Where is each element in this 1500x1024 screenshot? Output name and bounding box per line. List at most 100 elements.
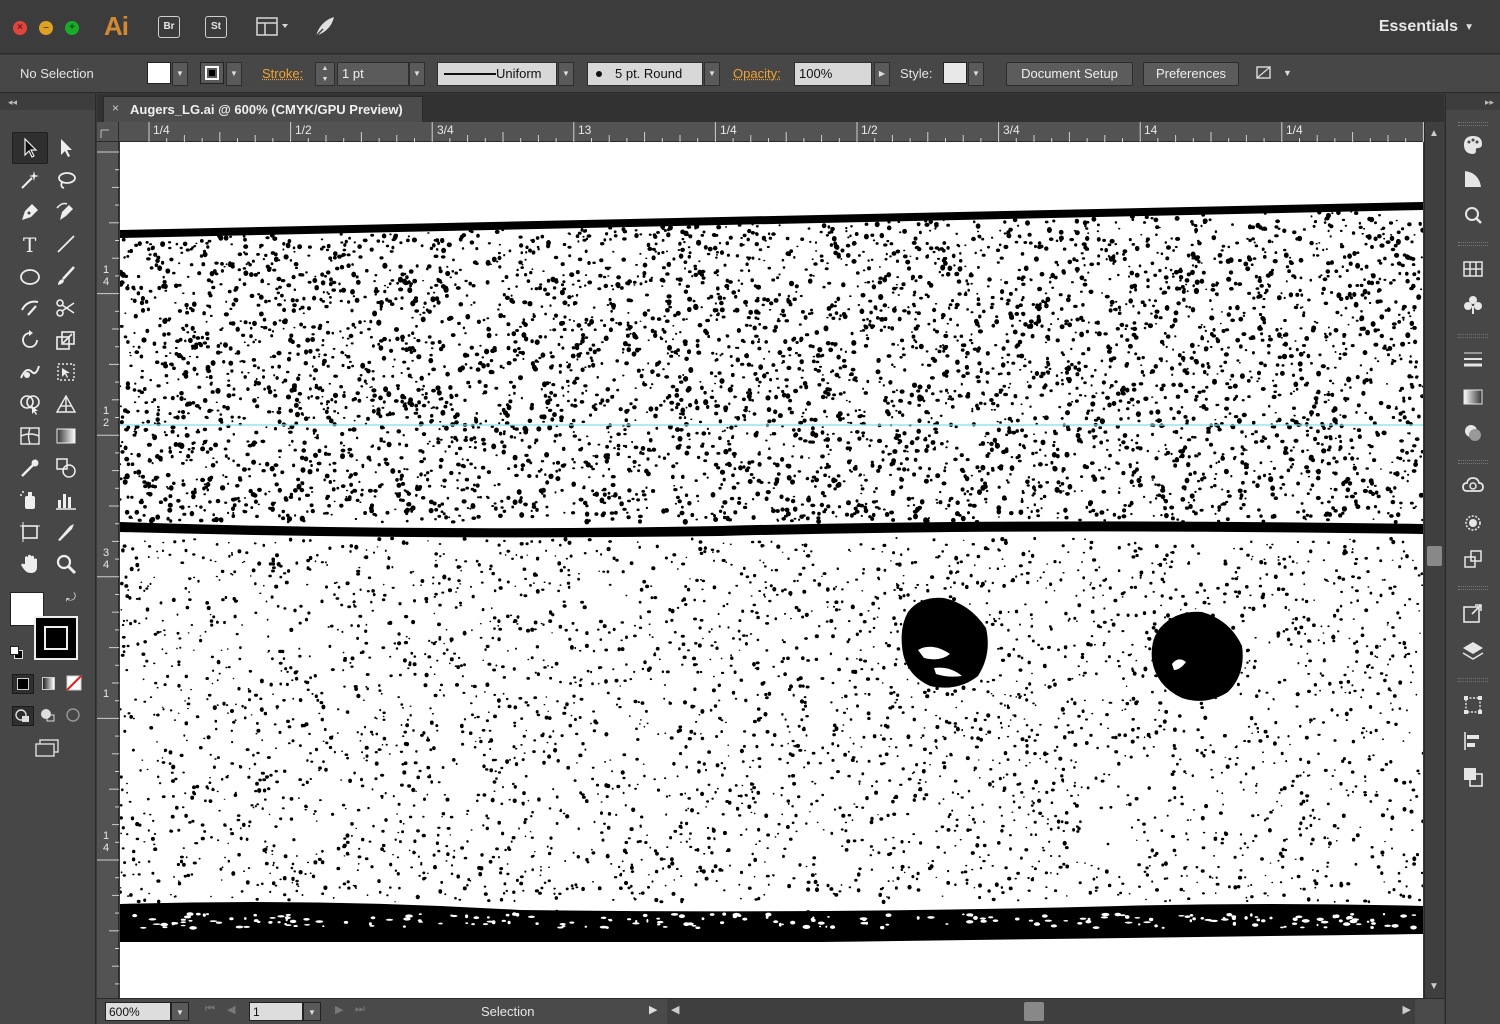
artboard-number-field[interactable]: 1	[249, 1002, 303, 1021]
vertical-ruler[interactable]: 1 4 1 2 3 4 1 1 4	[97, 142, 119, 1003]
minimize-window-button[interactable]: –	[39, 21, 53, 35]
artboard-dropdown[interactable]: ▼	[303, 1002, 321, 1021]
status-menu-icon[interactable]: ▶	[649, 1003, 657, 1016]
brush-dropdown[interactable]: ▼	[704, 62, 720, 86]
panel-group-grip[interactable]	[1458, 678, 1488, 682]
pen-tool[interactable]	[12, 196, 48, 228]
variable-width-profile[interactable]: Uniform	[437, 62, 557, 86]
stroke-weight-stepper[interactable]: ▲ ▼	[315, 62, 335, 86]
paintbrush-tool[interactable]	[48, 260, 84, 292]
perspective-grid-tool[interactable]	[48, 388, 84, 420]
artwork[interactable]	[120, 142, 1423, 998]
symbols-panel-button[interactable]	[1460, 292, 1486, 318]
color-mode-button[interactable]	[12, 674, 34, 694]
scroll-down-icon[interactable]: ▼	[1429, 981, 1439, 992]
zoom-tool[interactable]	[48, 548, 84, 580]
zoom-dropdown[interactable]: ▼	[171, 1002, 189, 1021]
arrange-documents-button[interactable]	[256, 16, 294, 38]
horizontal-scroll-thumb[interactable]	[1024, 1002, 1044, 1021]
eyedropper-tool[interactable]	[12, 452, 48, 484]
collapse-panel-handle[interactable]: ◂◂	[0, 94, 95, 110]
curvature-tool[interactable]	[48, 196, 84, 228]
panel-group-grip[interactable]	[1458, 460, 1488, 464]
swatches-panel-button[interactable]	[1460, 256, 1486, 282]
panel-group-grip[interactable]	[1458, 586, 1488, 590]
graphic-styles-panel-button[interactable]	[1460, 546, 1486, 572]
color-guide-panel-button[interactable]	[1460, 166, 1486, 192]
opacity-field[interactable]: 100%	[794, 62, 872, 86]
zoom-window-button[interactable]: +	[65, 21, 79, 35]
gradient-panel-button[interactable]	[1460, 384, 1486, 410]
close-document-icon[interactable]: ×	[112, 101, 119, 115]
fill-color-dropdown[interactable]: ▼	[172, 62, 188, 86]
stroke-panel-button[interactable]	[1460, 346, 1486, 372]
warp-tool[interactable]	[12, 356, 48, 388]
align-panel-button[interactable]	[1460, 728, 1486, 754]
screen-mode-button[interactable]	[34, 738, 62, 758]
pathfinder-panel-button[interactable]	[1460, 764, 1486, 790]
scroll-right-icon[interactable]: ▶	[1403, 1003, 1411, 1016]
previous-artboard-icon[interactable]: ◀	[227, 1003, 235, 1016]
zoom-level-field[interactable]: 600%	[105, 1002, 171, 1021]
panel-group-grip[interactable]	[1458, 122, 1488, 126]
graphic-style-swatch[interactable]	[943, 62, 967, 84]
draw-inside-button[interactable]	[64, 706, 86, 726]
stroke-weight-dropdown[interactable]: ▼	[409, 62, 425, 86]
artboard-canvas[interactable]	[120, 142, 1423, 998]
graphic-style-dropdown[interactable]: ▼	[968, 62, 984, 86]
libraries-panel-button[interactable]	[1460, 472, 1486, 498]
column-graph-tool[interactable]	[48, 484, 84, 516]
scroll-up-icon[interactable]: ▲	[1429, 128, 1439, 139]
chevron-down-icon[interactable]: ▼	[1464, 22, 1474, 33]
bridge-button[interactable]: Br	[158, 16, 180, 38]
panel-group-grip[interactable]	[1458, 334, 1488, 338]
close-window-button[interactable]: ×	[13, 21, 27, 35]
ellipse-tool[interactable]	[12, 260, 48, 292]
stroke-swatch[interactable]	[34, 616, 78, 660]
brush-definition[interactable]: 5 pt. Round	[587, 62, 703, 86]
default-fill-stroke-icon[interactable]	[10, 646, 24, 660]
opacity-label[interactable]: Opacity:	[733, 66, 781, 90]
scissors-tool[interactable]	[48, 292, 84, 324]
expand-panels-handle[interactable]: ▸▸	[1446, 94, 1500, 110]
last-artboard-icon[interactable]: ⏭	[355, 1003, 365, 1016]
stroke-color-swatch[interactable]	[200, 62, 224, 84]
free-transform-tool[interactable]	[48, 356, 84, 388]
stroke-weight-field[interactable]: 1 pt	[337, 62, 409, 86]
selection-tool[interactable]	[12, 132, 48, 164]
layers-panel-button[interactable]	[1460, 638, 1486, 664]
draw-behind-button[interactable]	[38, 706, 60, 726]
type-tool[interactable]: T	[12, 228, 48, 260]
artboard-tool[interactable]	[12, 516, 48, 548]
appearance-panel-button[interactable]	[1460, 510, 1486, 536]
symbol-sprayer-tool[interactable]	[12, 484, 48, 516]
first-artboard-icon[interactable]: ⏮	[205, 1003, 215, 1016]
mesh-tool[interactable]	[12, 420, 48, 452]
horizontal-scrollbar[interactable]: ◀ ▶	[667, 999, 1415, 1024]
rotate-tool[interactable]	[12, 324, 48, 356]
vertical-scroll-thumb[interactable]	[1427, 546, 1442, 566]
fill-color-swatch[interactable]	[147, 62, 171, 84]
horizontal-ruler[interactable]: 1/4 1/2 3/4 13 1/4 1/2 3/4 14 1/4	[119, 122, 1442, 142]
transform-panel-button[interactable]	[1460, 692, 1486, 718]
gradient-tool[interactable]	[48, 420, 84, 452]
arrange-menu-button[interactable]	[1254, 62, 1278, 86]
ruler-origin[interactable]	[97, 122, 119, 142]
magic-wand-tool[interactable]	[12, 164, 48, 196]
direct-selection-tool[interactable]	[48, 132, 84, 164]
draw-normal-button[interactable]	[12, 706, 34, 726]
stroke-color-dropdown[interactable]: ▼	[226, 62, 242, 86]
color-panel-button[interactable]	[1460, 132, 1486, 158]
line-segment-tool[interactable]	[48, 228, 84, 260]
scroll-left-icon[interactable]: ◀	[671, 1003, 679, 1016]
current-tool-status[interactable]: Selection	[481, 1004, 534, 1019]
gradient-mode-button[interactable]	[38, 674, 60, 694]
next-artboard-icon[interactable]: ▶	[335, 1003, 343, 1016]
transparency-panel-button[interactable]	[1460, 420, 1486, 446]
panel-group-grip[interactable]	[1458, 242, 1488, 246]
vertical-scrollbar[interactable]: ▲ ▼	[1424, 122, 1444, 998]
lasso-tool[interactable]	[48, 164, 84, 196]
hand-tool[interactable]	[12, 548, 48, 580]
opacity-slider-toggle[interactable]: ▶	[874, 62, 890, 86]
shaper-tool[interactable]	[12, 292, 48, 324]
